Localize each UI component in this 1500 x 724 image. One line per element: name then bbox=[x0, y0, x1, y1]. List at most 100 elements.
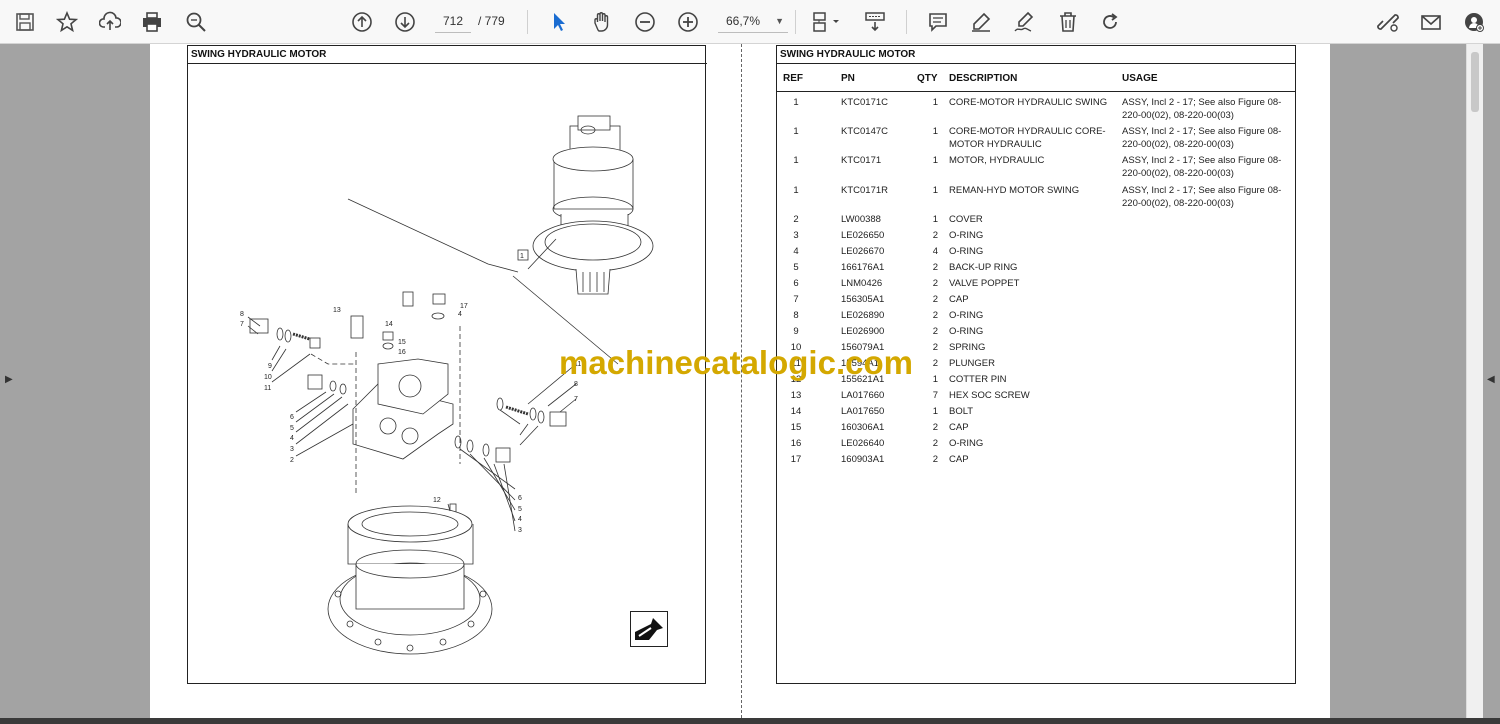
cell-qty: 1 bbox=[932, 406, 938, 417]
zoom-in-icon[interactable] bbox=[673, 7, 703, 37]
cell-ref: 1 bbox=[793, 155, 799, 166]
cell-pn: 166176A1 bbox=[841, 262, 885, 273]
cell-qty: 2 bbox=[932, 326, 938, 337]
cell-description: BOLT bbox=[949, 406, 974, 417]
cell-description: CORE-MOTOR HYDRAULIC SWING bbox=[949, 97, 1108, 108]
page-down-icon[interactable] bbox=[390, 7, 420, 37]
cell-ref: 9 bbox=[793, 326, 799, 337]
svg-text:11: 11 bbox=[264, 385, 271, 392]
highlight-pen-icon[interactable] bbox=[966, 7, 996, 37]
comment-icon[interactable] bbox=[923, 7, 953, 37]
page-number-input[interactable]: 712 bbox=[435, 10, 471, 33]
cell-ref: 1 bbox=[793, 97, 799, 108]
cell-pn: 160903A1 bbox=[841, 454, 885, 465]
cell-qty: 1 bbox=[932, 214, 938, 225]
select-cursor-icon[interactable] bbox=[544, 7, 574, 37]
svg-text:3: 3 bbox=[290, 446, 294, 453]
account-icon[interactable] bbox=[1459, 7, 1489, 37]
cell-description: O-RING bbox=[949, 326, 984, 337]
svg-text:1: 1 bbox=[520, 253, 524, 260]
cell-pn: KTC0171 bbox=[841, 155, 882, 166]
cell-ref: 1 bbox=[793, 126, 799, 137]
vertical-scrollbar[interactable] bbox=[1466, 44, 1483, 718]
cell-qty: 2 bbox=[932, 358, 938, 369]
cell-ref: 7 bbox=[793, 294, 799, 305]
figure-title: SWING HYDRAULIC MOTOR bbox=[188, 46, 707, 64]
svg-text:5: 5 bbox=[518, 506, 522, 513]
scrollbar-thumb[interactable] bbox=[1471, 52, 1479, 112]
svg-text:6: 6 bbox=[290, 414, 294, 421]
toolbar-divider bbox=[527, 10, 528, 34]
upload-icon[interactable] bbox=[95, 7, 125, 37]
cell-ref: 14 bbox=[790, 406, 802, 417]
cell-pn: LE026640 bbox=[841, 438, 885, 449]
cell-qty: 2 bbox=[932, 422, 938, 433]
svg-text:15: 15 bbox=[398, 339, 406, 346]
cell-description: CAP bbox=[949, 422, 969, 433]
cell-ref: 2 bbox=[793, 214, 799, 225]
share-link-icon[interactable] bbox=[1373, 7, 1403, 37]
scroll-mode-icon[interactable] bbox=[860, 7, 890, 37]
zoom-search-icon[interactable] bbox=[181, 7, 211, 37]
cell-qty: 2 bbox=[932, 438, 938, 449]
zoom-select[interactable]: 66,7% ▼ bbox=[718, 10, 788, 33]
cell-description: COTTER PIN bbox=[949, 374, 1007, 385]
page-total: / 779 bbox=[478, 14, 505, 28]
cell-description: PLUNGER bbox=[949, 358, 995, 369]
cell-qty: 2 bbox=[932, 278, 938, 289]
cell-description: CAP bbox=[949, 454, 969, 465]
svg-text:4: 4 bbox=[518, 516, 522, 523]
save-icon[interactable] bbox=[10, 7, 40, 37]
cell-qty: 1 bbox=[932, 185, 938, 196]
cell-description: HEX SOC SCREW bbox=[949, 390, 1030, 401]
cell-description: SPRING bbox=[949, 342, 986, 353]
col-header-usage: USAGE bbox=[1122, 73, 1158, 84]
cell-description: CAP bbox=[949, 294, 969, 305]
page-up-icon[interactable] bbox=[347, 7, 377, 37]
sign-icon[interactable] bbox=[1009, 7, 1039, 37]
cell-pn: KTC0171C bbox=[841, 97, 888, 108]
cell-qty: 7 bbox=[932, 390, 938, 401]
cell-description: COVER bbox=[949, 214, 983, 225]
cell-pn: LW00388 bbox=[841, 214, 881, 225]
prev-page-arrow-icon[interactable]: ▶ bbox=[5, 374, 13, 385]
cell-usage: ASSY, Incl 2 - 17; See also Figure 08-22… bbox=[1122, 185, 1282, 209]
cell-pn: LA017660 bbox=[841, 390, 885, 401]
navigate-figure-icon[interactable] bbox=[630, 611, 668, 647]
cell-ref: 1 bbox=[793, 185, 799, 196]
cell-ref: 4 bbox=[793, 246, 799, 257]
cell-qty: 2 bbox=[932, 262, 938, 273]
cell-usage: ASSY, Incl 2 - 17; See also Figure 08-22… bbox=[1122, 97, 1282, 121]
cell-ref: 15 bbox=[790, 422, 802, 433]
svg-text:4: 4 bbox=[290, 435, 294, 442]
cell-description: BACK-UP RING bbox=[949, 262, 1018, 273]
svg-text:8: 8 bbox=[240, 311, 244, 318]
cell-ref: 13 bbox=[790, 390, 802, 401]
rotate-icon[interactable] bbox=[1095, 7, 1125, 37]
print-icon[interactable] bbox=[137, 7, 167, 37]
cell-pn: LE026900 bbox=[841, 326, 885, 337]
svg-text:3: 3 bbox=[518, 527, 522, 534]
svg-text:5: 5 bbox=[290, 425, 294, 432]
email-icon[interactable] bbox=[1416, 7, 1446, 37]
delete-icon[interactable] bbox=[1053, 7, 1083, 37]
cell-usage: ASSY, Incl 2 - 17; See also Figure 08-22… bbox=[1122, 155, 1282, 179]
cell-description: O-RING bbox=[949, 438, 984, 449]
cell-pn: LE026670 bbox=[841, 246, 885, 257]
cell-qty: 1 bbox=[932, 374, 938, 385]
svg-text:17: 17 bbox=[460, 303, 468, 310]
svg-text:8: 8 bbox=[574, 381, 578, 388]
bookmark-star-icon[interactable] bbox=[52, 7, 82, 37]
next-page-arrow-icon[interactable]: ◀ bbox=[1487, 374, 1495, 385]
cell-ref: 8 bbox=[793, 310, 799, 321]
hand-tool-icon[interactable] bbox=[587, 7, 617, 37]
svg-text:9: 9 bbox=[268, 363, 272, 370]
toolbar: 712 / 779 66,7% ▼ bbox=[0, 0, 1500, 44]
cell-ref: 17 bbox=[790, 454, 802, 465]
page-fit-icon[interactable] bbox=[806, 7, 846, 37]
zoom-out-icon[interactable] bbox=[630, 7, 660, 37]
cell-description: REMAN-HYD MOTOR SWING bbox=[949, 185, 1080, 196]
cell-qty: 1 bbox=[932, 126, 938, 137]
col-header-pn: PN bbox=[841, 73, 855, 84]
parts-list-title: SWING HYDRAULIC MOTOR bbox=[777, 46, 1295, 64]
